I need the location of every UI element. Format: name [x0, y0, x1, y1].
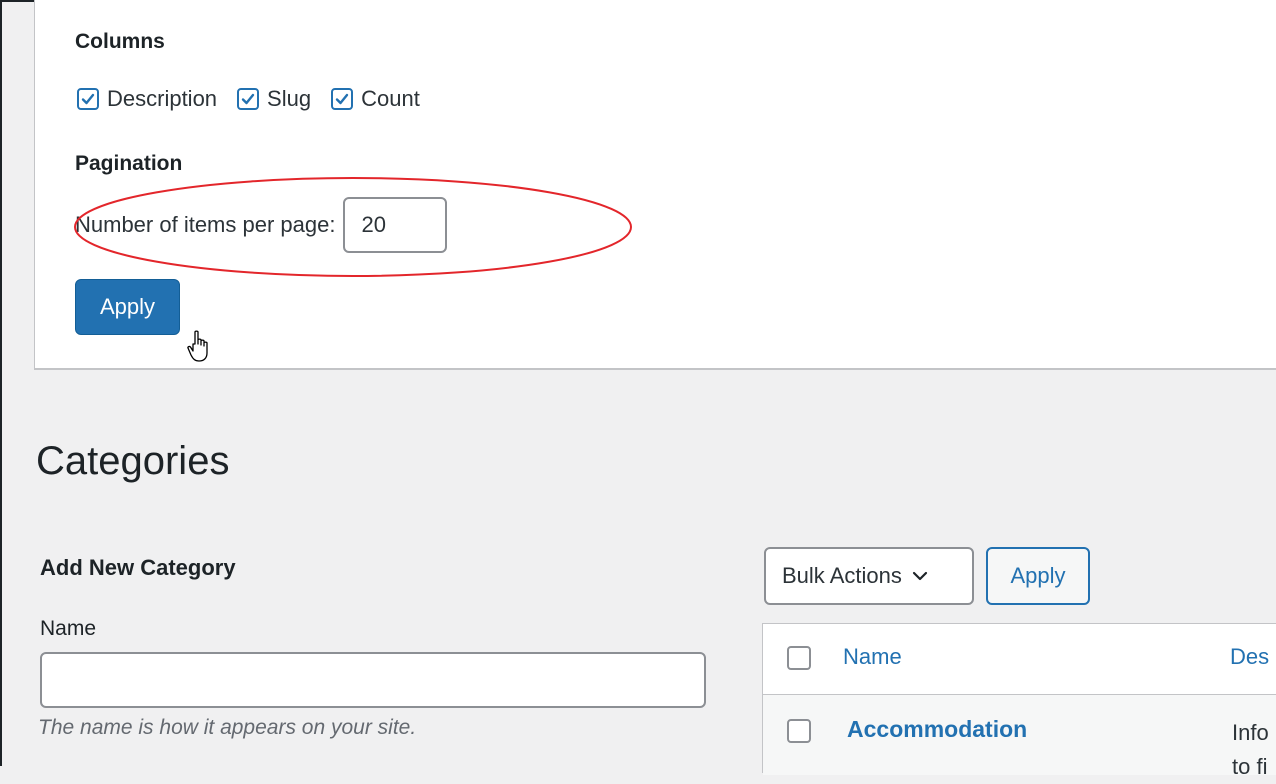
description-line: to fi — [1232, 754, 1268, 779]
column-option-description[interactable]: Description — [77, 86, 217, 112]
bulk-actions-selected-value: Bulk Actions — [782, 563, 902, 588]
category-description: Info to fi — [1232, 716, 1269, 784]
column-option-count[interactable]: Count — [331, 86, 420, 112]
description-line: Info — [1232, 720, 1269, 745]
checkbox-checked-icon[interactable] — [331, 88, 354, 110]
column-option-label: Description — [107, 86, 218, 111]
category-name-input[interactable] — [40, 652, 706, 708]
row-checkbox[interactable] — [787, 719, 811, 743]
name-field-label: Name — [40, 617, 97, 640]
select-all-checkbox[interactable] — [787, 646, 811, 670]
window-frame-left — [0, 0, 2, 766]
screen-options-panel: Columns Description Slug Count Paginatio… — [34, 0, 1276, 370]
page-title: Categories — [36, 438, 230, 483]
add-new-category-heading: Add New Category — [40, 555, 236, 580]
checkbox-checked-icon[interactable] — [77, 88, 99, 110]
column-option-slug[interactable]: Slug — [237, 86, 311, 112]
highlight-ellipse — [74, 177, 632, 277]
categories-table: Name Des Accommodation Info to fi — [762, 623, 1276, 779]
chevron-down-icon — [912, 571, 928, 581]
table-row: Accommodation Info to fi — [763, 695, 1276, 779]
bulk-actions-select[interactable]: Bulk Actions — [764, 547, 974, 605]
column-option-label: Slug — [267, 86, 312, 111]
bulk-actions-apply-button[interactable]: Apply — [986, 547, 1090, 605]
hand-pointer-cursor-icon — [187, 330, 208, 362]
columns-checkbox-group: Description Slug Count — [77, 86, 440, 112]
pagination-heading: Pagination — [75, 152, 183, 175]
columns-heading: Columns — [75, 30, 165, 53]
column-option-label: Count — [361, 86, 420, 111]
checkbox-checked-icon[interactable] — [237, 88, 260, 110]
column-header-description[interactable]: Des — [1230, 644, 1269, 670]
name-field-help: The name is how it appears on your site. — [38, 716, 417, 739]
category-name-link[interactable]: Accommodation — [847, 716, 1027, 743]
column-header-name[interactable]: Name — [843, 644, 902, 670]
screen-options-apply-button[interactable]: Apply — [75, 279, 180, 335]
table-header: Name Des — [763, 624, 1276, 695]
